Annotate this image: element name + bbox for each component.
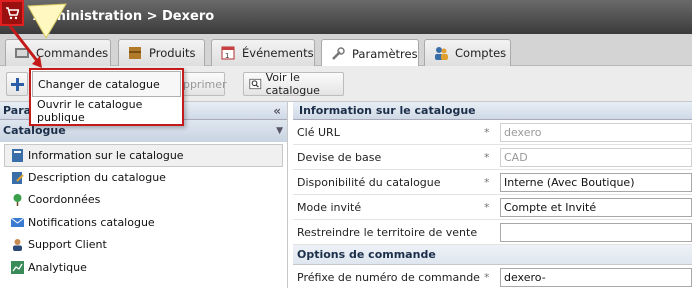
form-row-url-key: Clé URL * dexero xyxy=(293,120,692,145)
form-header: Information sur le catalogue xyxy=(293,102,692,120)
tab-label: Paramètres xyxy=(352,46,418,61)
settings-icon xyxy=(332,46,345,60)
catalog-dropdown-menu: Changer de catalogue Ouvrir le catalogue… xyxy=(29,68,184,126)
main-tabs: Commandes Produits 1 Événements Paramètr… xyxy=(0,34,692,67)
order-options-header: Options de commande xyxy=(293,245,692,265)
nav-item-customer-support[interactable]: Support Client xyxy=(0,234,287,257)
menu-item-change-catalog[interactable]: Changer de catalogue xyxy=(32,71,181,97)
nav-item-label: Description du catalogue xyxy=(28,170,166,184)
field-label: Restreindre le territoire de vente xyxy=(297,226,478,239)
view-catalog-label: Voir le catalogue xyxy=(265,71,320,97)
collapse-panel-icon[interactable]: « xyxy=(273,102,281,120)
title-bar: Administration > Dexero xyxy=(0,0,692,34)
required-marker: * xyxy=(484,126,490,139)
required-marker: * xyxy=(484,271,490,284)
availability-select[interactable]: Interne (Avec Boutique) xyxy=(500,173,692,192)
plus-icon xyxy=(10,77,24,91)
left-navigation-panel: Para « Catalogue ▼ Information sur le ca… xyxy=(0,102,288,288)
nav-item-label: Coordonnées xyxy=(28,193,101,206)
guest-mode-select[interactable]: Compte et Invité xyxy=(500,198,692,217)
accounts-icon xyxy=(435,47,448,60)
nav-item-catalog-notifications[interactable]: Notifications catalogue xyxy=(0,212,287,235)
nav-item-analytics[interactable]: Analytique xyxy=(0,257,287,280)
form-row-guest-mode: Mode invité * Compte et Invité xyxy=(293,195,692,220)
field-label: Clé URL xyxy=(297,126,340,139)
tab-label: Produits xyxy=(149,46,196,60)
base-currency-field: CAD xyxy=(500,148,692,167)
form-row-sales-territory: Restreindre le territoire de vente xyxy=(293,220,692,245)
tab-products[interactable]: Produits xyxy=(118,39,205,66)
notification-icon xyxy=(11,217,24,227)
magnifier-icon xyxy=(249,78,262,90)
order-prefix-input[interactable]: dexero- xyxy=(500,268,692,287)
form-row-base-currency: Devise de base * CAD xyxy=(293,145,692,170)
required-marker: * xyxy=(484,176,490,189)
required-marker: * xyxy=(484,201,490,214)
info-icon xyxy=(12,149,23,162)
nav-item-label: Analytique xyxy=(28,260,87,274)
products-icon xyxy=(129,47,141,59)
nav-item-label: Notifications catalogue xyxy=(28,215,155,229)
svg-text:1: 1 xyxy=(225,52,229,60)
field-label: Préfixe de numéro de commande xyxy=(297,271,480,284)
events-icon: 1 xyxy=(221,46,235,60)
sales-territory-field[interactable] xyxy=(500,223,692,242)
nav-item-catalog-description[interactable]: Description du catalogue xyxy=(0,167,287,190)
support-user-icon xyxy=(13,239,22,251)
analytics-icon xyxy=(11,260,24,274)
edit-icon xyxy=(12,171,24,184)
panel-header-label: Para xyxy=(3,104,32,117)
field-label: Devise de base xyxy=(297,151,382,164)
view-catalog-button[interactable]: Voir le catalogue xyxy=(243,71,344,97)
nav-item-label: Information sur le catalogue xyxy=(28,149,184,162)
map-pin-icon xyxy=(13,194,22,206)
nav-item-coordinates[interactable]: Coordonnées xyxy=(0,189,287,212)
url-key-field: dexero xyxy=(500,123,692,142)
tab-accounts[interactable]: Comptes xyxy=(424,39,511,66)
section-toggle-icon[interactable]: ▼ xyxy=(276,120,283,142)
annotation-arrow-yellow xyxy=(27,3,67,40)
catalog-info-form: Information sur le catalogue Clé URL * d… xyxy=(293,102,692,288)
menu-item-open-public-catalog[interactable]: Ouvrir le catalogue publique xyxy=(32,98,181,124)
form-row-availability: Disponibilité du catalogue * Interne (Av… xyxy=(293,170,692,195)
tab-settings[interactable]: Paramètres xyxy=(321,39,419,67)
field-label: Disponibilité du catalogue xyxy=(297,176,441,189)
nav-item-label: Support Client xyxy=(28,238,107,251)
form-row-order-prefix: Préfixe de numéro de commande * dexero- xyxy=(293,265,692,288)
tab-label: Événements xyxy=(242,46,314,60)
tab-events[interactable]: 1 Événements xyxy=(211,39,315,66)
required-marker: * xyxy=(484,151,490,164)
tab-label: Comptes xyxy=(455,46,507,60)
nav-item-catalog-info[interactable]: Information sur le catalogue xyxy=(4,144,283,167)
shopping-cart-icon xyxy=(6,6,19,19)
field-label: Mode invité xyxy=(297,201,362,214)
add-button[interactable] xyxy=(6,72,28,96)
cart-menu-button[interactable] xyxy=(0,0,24,26)
